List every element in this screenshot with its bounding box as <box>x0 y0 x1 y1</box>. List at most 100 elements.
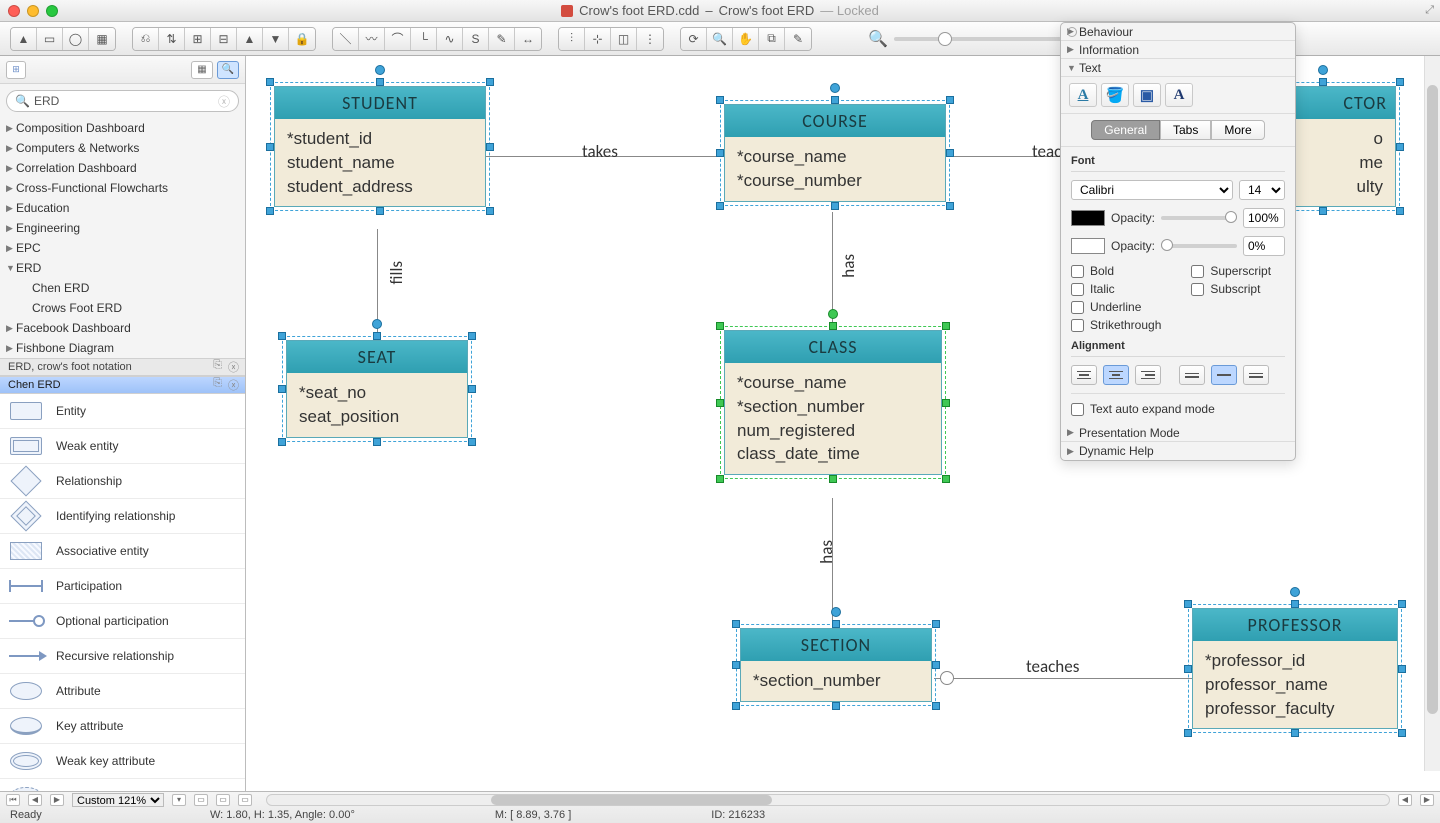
bold-checkbox[interactable]: Bold <box>1071 264 1161 278</box>
snap-objects-tool[interactable]: ◫ <box>611 28 637 50</box>
horizontal-scrollbar[interactable] <box>266 794 1390 806</box>
stencil-item[interactable]: Associative entity <box>0 534 245 569</box>
library-grid-view[interactable]: ▦ <box>191 61 213 79</box>
section-information[interactable]: ▶Information <box>1061 41 1295 59</box>
opacity-stroke-value[interactable] <box>1243 236 1285 256</box>
back-tool[interactable]: ▼ <box>263 28 289 50</box>
text-shadow-icon[interactable]: ▣ <box>1133 83 1161 107</box>
valign-top-button[interactable] <box>1179 365 1205 385</box>
text-fill-icon[interactable]: 🪣 <box>1101 83 1129 107</box>
tree-child-item[interactable]: Chen ERD <box>0 278 245 298</box>
font-size-select[interactable]: 14 <box>1239 180 1285 200</box>
tree-item[interactable]: ▶Composition Dashboard <box>0 118 245 138</box>
close-icon[interactable]: ⓧ <box>228 377 239 393</box>
stencil-list[interactable]: EntityWeak entityRelationshipIdentifying… <box>0 394 245 791</box>
stencil-group-header[interactable]: ERD, crow's foot notation⎘ⓧ <box>0 358 245 376</box>
stencil-item[interactable]: Participation <box>0 569 245 604</box>
stencil-item[interactable]: Attribute <box>0 674 245 709</box>
strikethrough-checkbox[interactable]: Strikethrough <box>1071 318 1161 332</box>
tree-item[interactable]: ▶Cross-Functional Flowcharts <box>0 178 245 198</box>
stencil-item[interactable]: Entity <box>0 394 245 429</box>
library-tree-toggle[interactable]: ⊞ <box>6 61 26 79</box>
ellipse-tool[interactable]: ◯ <box>63 28 89 50</box>
snap-grid-tool[interactable]: ⫶ <box>559 28 585 50</box>
text-font-icon[interactable]: A <box>1165 83 1193 107</box>
page-next-button[interactable]: ▶ <box>50 794 64 806</box>
eyedropper-tool[interactable]: ✎ <box>785 28 811 50</box>
entity-student[interactable]: STUDENT *student_id student_name student… <box>274 86 486 207</box>
search-clear-button[interactable]: ⓧ <box>218 93 230 110</box>
stencil-group-header[interactable]: Chen ERD⎘ⓧ <box>0 376 245 394</box>
rectangle-tool[interactable]: ▭ <box>37 28 63 50</box>
tab-tabs[interactable]: Tabs <box>1160 120 1211 140</box>
curve-tool[interactable]: 〰 <box>359 28 385 50</box>
tree-item[interactable]: ▶Facebook Dashboard <box>0 318 245 338</box>
tab-general[interactable]: General <box>1091 120 1160 140</box>
valign-bottom-button[interactable] <box>1243 365 1269 385</box>
entity-course[interactable]: COURSE *course_name *course_number <box>724 104 946 202</box>
distribute-tool[interactable]: ⇅ <box>159 28 185 50</box>
entity-section[interactable]: SECTION *section_number <box>740 628 932 702</box>
tab-more[interactable]: More <box>1211 120 1264 140</box>
table-tool[interactable]: ▦ <box>89 28 115 50</box>
group-tool[interactable]: ⊞ <box>185 28 211 50</box>
tree-item[interactable]: ▶EPC <box>0 238 245 258</box>
line-tool[interactable]: ＼ <box>333 28 359 50</box>
bezier-tool[interactable]: S <box>463 28 489 50</box>
inspector-close-button[interactable] <box>1067 27 1077 37</box>
page-thumb-3[interactable]: ▭ <box>238 794 252 806</box>
pin-icon[interactable]: ⎘ <box>213 377 222 393</box>
zoom-combo[interactable]: Custom 121% <box>72 793 164 807</box>
stencil-item[interactable]: Weak entity <box>0 429 245 464</box>
tree-child-item[interactable]: Crows Foot ERD <box>0 298 245 318</box>
scroll-left-button[interactable]: ◀ <box>1398 794 1412 806</box>
inspector-panel[interactable]: ▶Behaviour ▶Information ▼Text A 🪣 ▣ A Ge… <box>1060 22 1296 461</box>
stencil-item[interactable]: Weak key attribute <box>0 744 245 779</box>
fill-color-swatch[interactable] <box>1071 210 1105 226</box>
freehand-tool[interactable]: ✎ <box>489 28 515 50</box>
font-family-select[interactable]: Calibri <box>1071 180 1233 200</box>
tree-item[interactable]: ▶Engineering <box>0 218 245 238</box>
spline-tool[interactable]: ∿ <box>437 28 463 50</box>
lock-tool[interactable]: 🔒 <box>289 28 315 50</box>
opacity-fill-value[interactable] <box>1243 208 1285 228</box>
auto-expand-checkbox[interactable]: Text auto expand mode <box>1071 393 1285 416</box>
opacity-fill-slider[interactable] <box>1161 216 1237 220</box>
close-icon[interactable]: ⓧ <box>228 359 239 375</box>
stencil-item[interactable]: Key attribute <box>0 709 245 744</box>
align-tool[interactable]: ⎌ <box>133 28 159 50</box>
tree-item[interactable]: ▶Computers & Networks <box>0 138 245 158</box>
snap-guides-tool[interactable]: ⊹ <box>585 28 611 50</box>
front-tool[interactable]: ▲ <box>237 28 263 50</box>
entity-seat[interactable]: SEAT *seat_no seat_position <box>286 340 468 438</box>
superscript-checkbox[interactable]: Superscript <box>1191 264 1271 278</box>
stencil-item[interactable]: Recursive relationship <box>0 639 245 674</box>
tree-item[interactable]: ▶Education <box>0 198 245 218</box>
section-text[interactable]: ▼Text <box>1061 59 1295 77</box>
zoom-out-icon[interactable]: 🔍 <box>868 29 888 49</box>
italic-checkbox[interactable]: Italic <box>1071 282 1161 296</box>
section-behaviour[interactable]: ▶Behaviour <box>1061 23 1295 41</box>
underline-checkbox[interactable]: Underline <box>1071 300 1161 314</box>
tree-item[interactable]: ▼ERD <box>0 258 245 278</box>
snap-points-tool[interactable]: ⋮ <box>637 28 663 50</box>
canvas-vertical-scrollbar[interactable] <box>1424 56 1440 771</box>
stroke-color-swatch[interactable] <box>1071 238 1105 254</box>
page-thumb-1[interactable]: ▭ <box>194 794 208 806</box>
entity-professor[interactable]: PROFESSOR *professor_id professor_name p… <box>1192 608 1398 729</box>
opacity-stroke-slider[interactable] <box>1161 244 1237 248</box>
arc-tool[interactable]: ⌒ <box>385 28 411 50</box>
stencil-item[interactable]: Derived attribute <box>0 779 245 791</box>
valign-middle-button[interactable] <box>1211 365 1237 385</box>
library-search-toggle[interactable]: 🔍 <box>217 61 239 79</box>
align-center-button[interactable] <box>1103 365 1129 385</box>
section-dynamic-help[interactable]: ▶Dynamic Help <box>1061 442 1295 460</box>
subscript-checkbox[interactable]: Subscript <box>1191 282 1271 296</box>
pan-tool[interactable]: ✋ <box>733 28 759 50</box>
align-right-button[interactable] <box>1135 365 1161 385</box>
align-left-button[interactable] <box>1071 365 1097 385</box>
smart-connector-tool[interactable]: ↔ <box>515 28 541 50</box>
crop-tool[interactable]: ⧉ <box>759 28 785 50</box>
scroll-right-button[interactable]: ▶ <box>1420 794 1434 806</box>
section-presentation-mode[interactable]: ▶Presentation Mode <box>1061 424 1295 442</box>
